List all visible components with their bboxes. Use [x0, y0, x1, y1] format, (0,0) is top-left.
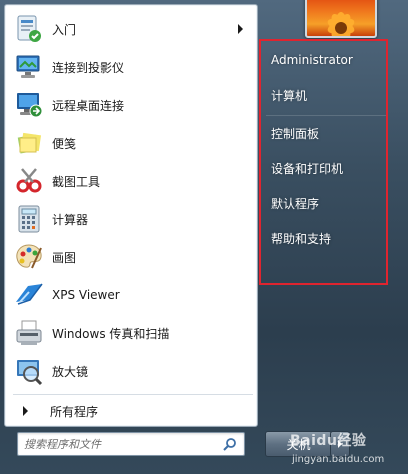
menu-item-label: 计算器 [52, 212, 89, 227]
shutdown-options-button[interactable] [330, 431, 350, 457]
divider [13, 394, 253, 395]
menu-item-label: 放大镜 [52, 364, 89, 379]
menu-item-projector[interactable]: 连接到投影仪 [9, 49, 253, 85]
shutdown-label: 关机 [286, 437, 311, 452]
menu-item-getting-started[interactable]: 入门 [9, 11, 253, 47]
menu-item-label: Windows 传真和扫描 [52, 326, 170, 341]
search-box[interactable] [17, 432, 245, 456]
menu-item-label: 入门 [52, 22, 77, 37]
search-input[interactable] [24, 437, 219, 451]
right-item-devices-printers[interactable]: 设备和打印机 [264, 154, 392, 182]
menu-item-calculator[interactable]: 计算器 [9, 201, 253, 237]
menu-item-fax-scan[interactable]: Windows 传真和扫描 [9, 315, 253, 351]
start-menu: 入门 连接到投影仪 远程桌面连接 便笺 截图工具 计算器 画图 XPS View… [0, 0, 408, 474]
right-item-default-programs[interactable]: 默认程序 [264, 189, 392, 217]
right-item-label: 默认程序 [271, 196, 320, 211]
right-item-control-panel[interactable]: 控制面板 [264, 119, 392, 147]
menu-item-paint[interactable]: 画图 [9, 239, 253, 275]
search-icon[interactable] [222, 436, 238, 452]
right-item-administrator[interactable]: Administrator [264, 46, 392, 74]
menu-item-xps-viewer[interactable]: XPS Viewer [9, 277, 253, 313]
menu-item-label: 画图 [52, 250, 77, 265]
xps-viewer-icon [13, 279, 45, 311]
right-item-computer[interactable]: 计算机 [264, 81, 392, 109]
expand-arrow-icon [23, 406, 28, 416]
right-item-label: 帮助和支持 [271, 231, 332, 246]
right-item-help-support[interactable]: 帮助和支持 [264, 224, 392, 252]
menu-item-magnifier[interactable]: 放大镜 [9, 353, 253, 389]
flower-avatar-icon [327, 12, 355, 36]
all-programs-label: 所有程序 [50, 404, 99, 419]
paint-icon [13, 241, 45, 273]
sticky-notes-icon [13, 127, 45, 159]
menu-item-sticky-notes[interactable]: 便笺 [9, 125, 253, 161]
getting-started-icon [13, 13, 45, 45]
menu-item-label: 便笺 [52, 136, 77, 151]
all-programs-button[interactable]: 所有程序 [9, 398, 253, 424]
magnifier-icon [13, 355, 45, 387]
right-item-label: Administrator [271, 53, 353, 67]
menu-item-remote-desktop[interactable]: 远程桌面连接 [9, 87, 253, 123]
shutdown-button[interactable]: 关机 [265, 431, 332, 457]
remote-desktop-icon [13, 89, 45, 121]
programs-pane: 入门 连接到投影仪 远程桌面连接 便笺 截图工具 计算器 画图 XPS View… [4, 4, 258, 427]
chevron-right-icon [338, 440, 342, 448]
right-item-label: 设备和打印机 [271, 161, 344, 176]
submenu-arrow-icon [238, 24, 243, 34]
menu-item-label: 远程桌面连接 [52, 98, 125, 113]
user-picture[interactable] [305, 0, 377, 38]
right-item-label: 计算机 [271, 88, 308, 103]
menu-item-snipping-tool[interactable]: 截图工具 [9, 163, 253, 199]
snipping-tool-icon [13, 165, 45, 197]
projector-icon [13, 51, 45, 83]
fax-scan-icon [13, 317, 45, 349]
calculator-icon [13, 203, 45, 235]
menu-item-label: XPS Viewer [52, 288, 120, 302]
menu-item-label: 截图工具 [52, 174, 101, 189]
menu-item-label: 连接到投影仪 [52, 60, 125, 75]
divider [266, 115, 388, 116]
right-item-label: 控制面板 [271, 126, 320, 141]
